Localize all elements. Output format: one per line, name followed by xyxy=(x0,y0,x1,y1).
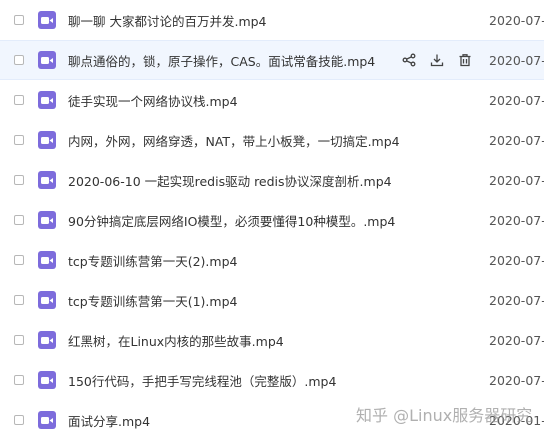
video-file-icon xyxy=(38,51,56,69)
video-file-icon xyxy=(38,91,56,109)
row-checkbox[interactable] xyxy=(14,295,24,305)
row-checkbox[interactable] xyxy=(14,415,24,425)
file-row[interactable]: 150行代码，手把手写完线程池（完整版）.mp4 2020-07- xyxy=(0,360,544,400)
video-file-icon xyxy=(38,251,56,269)
row-checkbox[interactable] xyxy=(14,95,24,105)
file-name[interactable]: 聊点通俗的，锁，原子操作，CAS。面试常备技能.mp4 xyxy=(68,51,375,70)
video-file-icon xyxy=(38,371,56,389)
file-name[interactable]: 150行代码，手把手写完线程池（完整版）.mp4 xyxy=(68,371,336,390)
file-date: 2020-07- xyxy=(489,292,544,308)
row-checkbox[interactable] xyxy=(14,135,24,145)
row-checkbox[interactable] xyxy=(14,215,24,225)
file-row[interactable]: 红黑树，在Linux内核的那些故事.mp4 2020-07- xyxy=(0,320,544,360)
file-row[interactable]: 徒手实现一个网络协议栈.mp4 2020-07- xyxy=(0,80,544,120)
file-date: 2020-07- xyxy=(489,212,544,228)
file-date: 2020-07- xyxy=(489,52,544,68)
file-name[interactable]: 2020-06-10 一起实现redis驱动 redis协议深度剖析.mp4 xyxy=(68,171,392,190)
file-name[interactable]: tcp专题训练营第一天(1).mp4 xyxy=(68,291,237,310)
row-checkbox[interactable] xyxy=(14,55,24,65)
file-list: 聊一聊 大家都讨论的百万并发.mp4 2020-07- 聊点通俗的，锁，原子操作… xyxy=(0,0,544,443)
row-checkbox[interactable] xyxy=(14,255,24,265)
file-date: 2020-01- xyxy=(489,412,544,428)
file-name[interactable]: 内网，外网，网络穿透，NAT，带上小板凳，一切搞定.mp4 xyxy=(68,131,400,150)
file-date: 2020-07- xyxy=(489,132,544,148)
share-icon[interactable] xyxy=(400,51,418,69)
row-checkbox[interactable] xyxy=(14,335,24,345)
file-date: 2020-07- xyxy=(489,332,544,348)
file-row[interactable]: 2020-06-10 一起实现redis驱动 redis协议深度剖析.mp4 2… xyxy=(0,160,544,200)
video-file-icon xyxy=(38,11,56,29)
file-date: 2020-07- xyxy=(489,372,544,388)
download-icon[interactable] xyxy=(428,51,446,69)
file-row[interactable]: tcp专题训练营第一天(1).mp4 2020-07- xyxy=(0,280,544,320)
file-name[interactable]: 红黑树，在Linux内核的那些故事.mp4 xyxy=(68,331,284,350)
row-checkbox[interactable] xyxy=(14,375,24,385)
video-file-icon xyxy=(38,171,56,189)
file-name[interactable]: 面试分享.mp4 xyxy=(68,411,150,430)
delete-icon[interactable] xyxy=(456,51,474,69)
video-file-icon xyxy=(38,131,56,149)
file-date: 2020-07- xyxy=(489,12,544,28)
video-file-icon xyxy=(38,331,56,349)
file-row[interactable]: 内网，外网，网络穿透，NAT，带上小板凳，一切搞定.mp4 2020-07- xyxy=(0,120,544,160)
row-checkbox[interactable] xyxy=(14,175,24,185)
video-file-icon xyxy=(38,211,56,229)
file-name[interactable]: 90分钟搞定底层网络IO模型，必须要懂得10种模型。.mp4 xyxy=(68,211,395,230)
file-date: 2020-07- xyxy=(489,92,544,108)
file-name[interactable]: 聊一聊 大家都讨论的百万并发.mp4 xyxy=(68,11,267,30)
file-date: 2020-07- xyxy=(489,252,544,268)
file-name[interactable]: tcp专题训练营第一天(2).mp4 xyxy=(68,251,237,270)
file-date: 2020-07- xyxy=(489,172,544,188)
file-row[interactable]: 90分钟搞定底层网络IO模型，必须要懂得10种模型。.mp4 2020-07- xyxy=(0,200,544,240)
file-row[interactable]: 聊点通俗的，锁，原子操作，CAS。面试常备技能.mp4 2020-07- xyxy=(0,40,544,80)
video-file-icon xyxy=(38,291,56,309)
file-name[interactable]: 徒手实现一个网络协议栈.mp4 xyxy=(68,91,238,110)
file-row[interactable]: tcp专题训练营第一天(2).mp4 2020-07- xyxy=(0,240,544,280)
file-row[interactable]: 聊一聊 大家都讨论的百万并发.mp4 2020-07- xyxy=(0,0,544,40)
row-actions xyxy=(400,51,474,69)
row-checkbox[interactable] xyxy=(14,15,24,25)
file-row[interactable]: 面试分享.mp4 2020-01- xyxy=(0,400,544,440)
video-file-icon xyxy=(38,411,56,429)
